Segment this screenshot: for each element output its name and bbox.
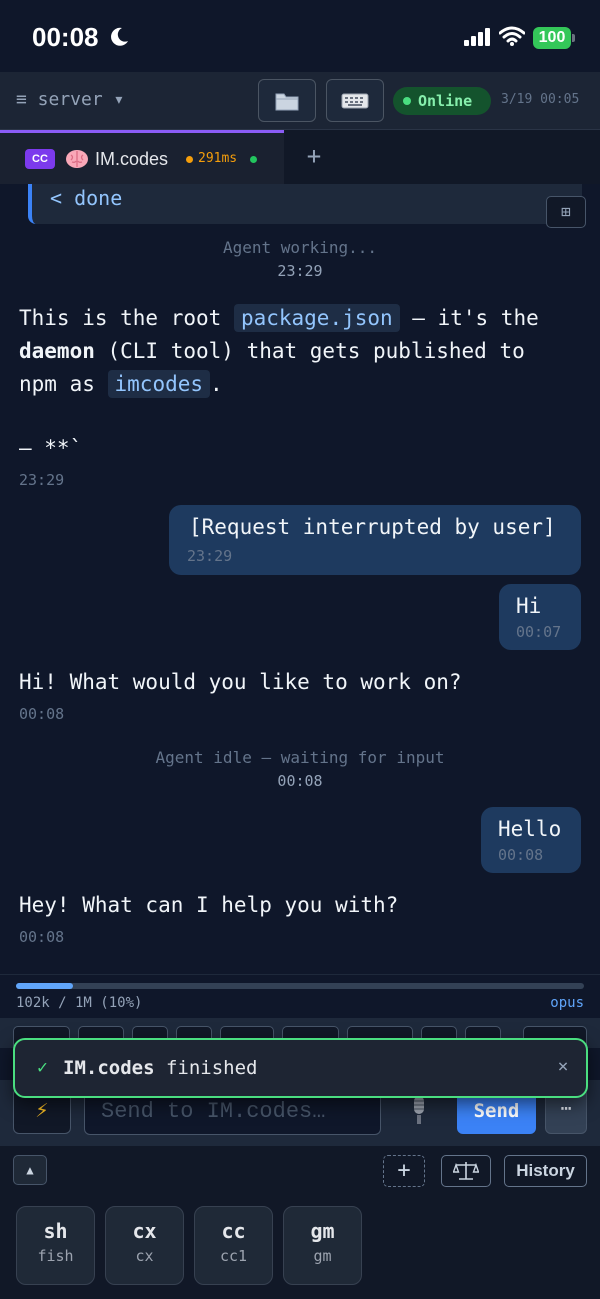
session-short: sh (43, 1219, 68, 1243)
keyboard-button[interactable] (326, 79, 384, 122)
tool-output-block: < done (28, 184, 582, 224)
assistant-message-line: — **` (19, 436, 83, 460)
brain-icon (66, 150, 88, 168)
last-sync-time: 3/19 00:05 (501, 92, 580, 107)
server-selector[interactable]: ≡ server ▾ (16, 89, 124, 110)
user-message-bubble: [Request interrupted by user] 23:29 (169, 505, 581, 575)
moon-icon (111, 27, 128, 46)
battery-indicator: 100 (533, 27, 571, 49)
tab-title: IM.codes (95, 149, 169, 169)
assistant-message-line: daemon (CLI tool) that gets published to (19, 339, 525, 363)
agent-idle-time: 00:08 (277, 772, 323, 790)
user-message-text: Hello (498, 817, 562, 841)
battery-nub (572, 34, 575, 42)
scales-icon (453, 1162, 479, 1180)
chat-transcript[interactable]: < done ⊞ Agent working... 23:29 This is … (0, 184, 600, 974)
agent-type-badge: CC (25, 149, 55, 169)
cellular-signal-icon (464, 28, 490, 46)
context-usage-label: 102k / 1M (10%) (16, 995, 143, 1011)
new-session-button[interactable]: + (383, 1155, 425, 1187)
toast-status-text: finished (154, 1057, 258, 1079)
check-icon: ✓ (37, 1057, 48, 1078)
latency-label: 291ms (198, 151, 238, 166)
collapse-button[interactable]: ▲ (13, 1155, 47, 1185)
assistant-message-line: Hi! What would you like to work on? (19, 670, 462, 694)
connection-status-badge: Online (393, 87, 491, 115)
message-time: 23:29 (19, 471, 65, 489)
user-message-text: [Request interrupted by user] (189, 515, 556, 539)
toast-message: IM.codes finished (63, 1057, 257, 1079)
model-name[interactable]: opus (550, 995, 584, 1011)
compare-button[interactable] (441, 1155, 491, 1187)
session-name: fish (37, 1247, 74, 1265)
session-name: cc1 (219, 1247, 248, 1265)
message-time: 00:07 (516, 623, 562, 641)
completion-toast: ✓ IM.codes finished × (13, 1038, 588, 1098)
files-button[interactable] (258, 79, 316, 122)
session-short: cc (221, 1219, 246, 1243)
bold-text: daemon (19, 339, 95, 363)
tab-im-codes[interactable]: CC IM.codes 291ms (0, 130, 284, 184)
message-time: 00:08 (19, 928, 65, 946)
agent-working-status: Agent working... (222, 238, 378, 257)
online-label: Online (418, 92, 473, 110)
context-usage-bar: 102k / 1M (10%) opus (0, 974, 600, 1018)
message-time: 00:08 (498, 846, 544, 864)
session-name: gm (313, 1247, 332, 1265)
keyboard-icon (341, 93, 369, 108)
inline-code: imcodes (107, 370, 211, 398)
assistant-message-line: npm as imcodes. (19, 370, 223, 398)
history-button[interactable]: History (504, 1155, 587, 1187)
session-card-gm[interactable]: gm gm (283, 1206, 362, 1285)
wifi-icon (499, 26, 525, 46)
status-bar: 00:08 100 (0, 0, 600, 72)
assistant-message-line: This is the root package.json — it's the (19, 304, 539, 332)
message-time: 00:08 (19, 705, 65, 723)
top-toolbar: ≡ server ▾ Online 3/19 00:05 (0, 72, 600, 130)
context-progress-fill (16, 983, 73, 989)
user-message-text: Hi (516, 594, 542, 618)
tool-output-text: < done (50, 186, 123, 210)
inline-code: package.json (233, 304, 400, 332)
session-card-cc[interactable]: cc cc1 (194, 1206, 273, 1285)
folder-icon (275, 93, 299, 110)
session-tab-bar: CC IM.codes 291ms + (0, 130, 600, 184)
session-switcher: ▲ + History sh fish cx cx cc cc1 gm gm (0, 1146, 600, 1299)
latency-dot-icon (186, 156, 193, 163)
toast-app-name: IM.codes (63, 1057, 155, 1079)
session-short: gm (310, 1219, 335, 1243)
session-short: cx (132, 1219, 157, 1243)
assistant-message-line: Hey! What can I help you with? (19, 893, 399, 917)
online-dot-icon (403, 97, 411, 105)
session-card-cx[interactable]: cx cx (105, 1206, 184, 1285)
microphone-icon[interactable] (406, 1094, 432, 1128)
close-icon[interactable]: × (553, 1056, 573, 1077)
agent-working-time: 23:29 (277, 262, 323, 280)
context-progress-track (16, 983, 584, 989)
agent-idle-status: Agent idle — waiting for input (155, 748, 445, 767)
message-time: 23:29 (187, 547, 233, 565)
session-name: cx (135, 1247, 154, 1265)
tab-status-dot-icon (250, 156, 257, 163)
session-card-sh[interactable]: sh fish (16, 1206, 95, 1285)
user-message-bubble: Hi 00:07 (499, 584, 581, 650)
status-clock: 00:08 (32, 22, 99, 52)
user-message-bubble: Hello 00:08 (481, 807, 581, 873)
add-tab-button[interactable]: + (302, 142, 326, 170)
expand-grid-button[interactable]: ⊞ (546, 196, 586, 228)
